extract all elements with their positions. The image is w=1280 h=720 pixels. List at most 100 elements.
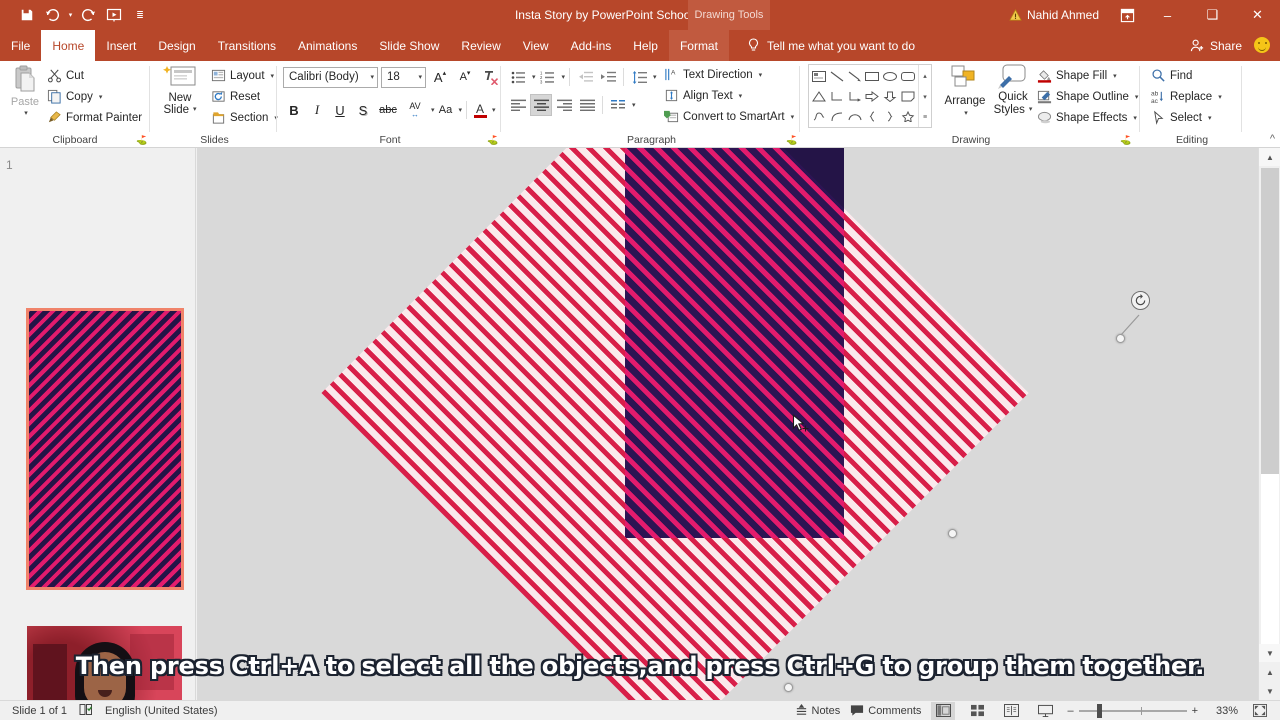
align-text-chevron-down-icon[interactable]: ▾ bbox=[739, 92, 743, 100]
tab-format[interactable]: Format bbox=[668, 30, 729, 61]
zoom-slider-knob[interactable] bbox=[1096, 703, 1102, 718]
text-shadow-button[interactable]: S bbox=[352, 99, 374, 121]
tab-review[interactable]: Review bbox=[450, 30, 511, 61]
shape-rounded-rectangle[interactable] bbox=[899, 66, 917, 86]
quick-styles-button[interactable]: Quick Styles ▾ bbox=[988, 64, 1038, 128]
zoom-slider-track[interactable] bbox=[1078, 703, 1187, 718]
shape-rectangle[interactable] bbox=[864, 66, 882, 86]
layout-button[interactable]: Layout ▾ bbox=[208, 65, 281, 86]
shape-star[interactable] bbox=[899, 106, 917, 126]
numbering-chevron-down-icon[interactable]: ▾ bbox=[562, 73, 566, 81]
drawing-dialog-launcher[interactable]: ⛳ bbox=[1120, 135, 1131, 145]
strikethrough-button[interactable]: abc bbox=[375, 99, 401, 121]
slide-thumbnail-1[interactable] bbox=[26, 308, 184, 590]
italic-button[interactable]: I bbox=[306, 99, 328, 121]
font-family-chevron-down-icon[interactable]: ▾ bbox=[370, 73, 374, 81]
copy-chevron-down-icon[interactable]: ▾ bbox=[99, 93, 103, 101]
feedback-smiley-icon[interactable] bbox=[1254, 37, 1270, 53]
shape-folded-corner[interactable] bbox=[899, 86, 917, 106]
font-family-combo[interactable]: Calibri (Body) ▾ bbox=[283, 66, 378, 88]
tab-home[interactable]: Home bbox=[41, 30, 96, 61]
language-indicator[interactable]: English (United States) bbox=[105, 705, 218, 717]
font-size-chevron-down-icon[interactable]: ▾ bbox=[418, 73, 422, 81]
tab-add-ins[interactable]: Add-ins bbox=[560, 30, 623, 61]
collapse-ribbon-button[interactable]: ^ bbox=[1270, 133, 1275, 145]
slide-editing-pane[interactable] bbox=[197, 148, 1258, 700]
reading-view-button[interactable] bbox=[999, 702, 1023, 720]
scrollbar-thumb[interactable] bbox=[1261, 168, 1279, 474]
arrange-button[interactable]: Arrange ▾ bbox=[940, 64, 990, 128]
bullets-chevron-down-icon[interactable]: ▾ bbox=[532, 73, 536, 81]
scroll-down-button[interactable]: ▼ bbox=[1259, 644, 1280, 662]
shape-down-arrow[interactable] bbox=[881, 86, 899, 106]
previous-slide-button[interactable]: ▲ bbox=[1259, 663, 1280, 681]
undo-dropdown-icon[interactable]: ▾ bbox=[66, 3, 75, 27]
tab-insert[interactable]: Insert bbox=[95, 30, 147, 61]
bullets-button[interactable] bbox=[507, 66, 529, 88]
shape-effects-chevron-down-icon[interactable]: ▾ bbox=[1133, 114, 1137, 122]
format-painter-button[interactable]: Format Painter bbox=[44, 107, 145, 128]
selection-handle-bottom[interactable] bbox=[784, 683, 793, 692]
shape-line-arrow[interactable] bbox=[846, 66, 864, 86]
shapes-gallery-scroll[interactable]: ▴ ▾ ≡ bbox=[918, 65, 931, 127]
slideshow-view-button[interactable] bbox=[1033, 702, 1057, 720]
layout-chevron-down-icon[interactable]: ▾ bbox=[271, 72, 275, 80]
tab-design[interactable]: Design bbox=[147, 30, 206, 61]
tab-slide-show[interactable]: Slide Show bbox=[368, 30, 450, 61]
underline-button[interactable]: U bbox=[329, 99, 351, 121]
shrink-font-button[interactable]: A ▾ bbox=[454, 66, 476, 88]
arrange-chevron-down-icon[interactable]: ▾ bbox=[964, 108, 968, 120]
line-spacing-button[interactable] bbox=[628, 66, 650, 88]
paste-chevron-down-icon[interactable]: ▾ bbox=[24, 109, 28, 117]
align-right-button[interactable] bbox=[553, 94, 575, 116]
shape-curve[interactable] bbox=[846, 106, 864, 126]
zoom-out-button[interactable]: – bbox=[1067, 705, 1073, 717]
ribbon-display-options-icon[interactable] bbox=[1109, 0, 1145, 30]
clipboard-dialog-launcher[interactable]: ⛳ bbox=[136, 135, 147, 145]
undo-icon[interactable] bbox=[40, 3, 66, 27]
paste-button[interactable]: Paste ▾ bbox=[4, 65, 46, 127]
shape-fill-button[interactable]: Shape Fill ▾ bbox=[1034, 65, 1141, 86]
slide-indicator[interactable]: Slide 1 of 1 bbox=[12, 705, 67, 717]
notes-button[interactable]: Notes bbox=[795, 704, 840, 717]
spell-check-icon[interactable] bbox=[79, 703, 93, 719]
next-slide-button[interactable]: ▼ bbox=[1259, 682, 1280, 700]
rotation-handle[interactable] bbox=[1131, 291, 1150, 310]
shape-right-brace[interactable] bbox=[881, 106, 899, 126]
restore-button[interactable]: ❑ bbox=[1190, 0, 1235, 30]
scroll-up-button[interactable]: ▲ bbox=[1259, 148, 1280, 166]
shape-elbow-arrow-connector[interactable] bbox=[846, 86, 864, 106]
grow-font-button[interactable]: A ▴ bbox=[429, 66, 451, 88]
save-icon[interactable] bbox=[14, 3, 40, 27]
font-color-chevron-down-icon[interactable]: ▾ bbox=[492, 106, 496, 114]
tab-view[interactable]: View bbox=[512, 30, 560, 61]
zoom-in-button[interactable]: + bbox=[1192, 705, 1198, 717]
new-slide-button[interactable]: New Slide ▾ bbox=[154, 64, 206, 128]
select-chevron-down-icon[interactable]: ▾ bbox=[1208, 114, 1212, 122]
select-button[interactable]: Select ▾ bbox=[1148, 107, 1225, 128]
gallery-scroll-down-icon[interactable]: ▾ bbox=[923, 93, 927, 101]
shape-arc[interactable] bbox=[828, 106, 846, 126]
align-left-button[interactable] bbox=[507, 94, 529, 116]
replace-button[interactable]: ab ac Replace ▾ bbox=[1148, 86, 1225, 107]
slide-canvas[interactable] bbox=[625, 148, 844, 538]
tab-transitions[interactable]: Transitions bbox=[207, 30, 287, 61]
shape-elbow-connector[interactable] bbox=[828, 86, 846, 106]
zoom-level-label[interactable]: 33% bbox=[1208, 705, 1238, 717]
text-direction-chevron-down-icon[interactable]: ▾ bbox=[759, 71, 763, 79]
start-slideshow-icon[interactable] bbox=[101, 3, 127, 27]
copy-button[interactable]: Copy ▾ bbox=[44, 86, 145, 107]
redo-icon[interactable] bbox=[75, 3, 101, 27]
align-text-button[interactable]: Align Text ▾ bbox=[661, 85, 797, 106]
shape-text-box[interactable] bbox=[810, 66, 828, 86]
shape-line[interactable] bbox=[828, 66, 846, 86]
minimize-button[interactable]: – bbox=[1145, 0, 1190, 30]
selection-handle-bottom-right[interactable] bbox=[948, 529, 957, 538]
account-info[interactable]: Nahid Ahmed bbox=[1009, 8, 1109, 22]
share-button[interactable]: Share bbox=[1190, 30, 1242, 61]
font-dialog-launcher[interactable]: ⛳ bbox=[487, 135, 498, 145]
tab-animations[interactable]: Animations bbox=[287, 30, 368, 61]
close-button[interactable]: ✕ bbox=[1235, 0, 1280, 30]
decrease-indent-button[interactable] bbox=[574, 66, 596, 88]
font-size-combo[interactable]: 18 ▾ bbox=[381, 66, 426, 88]
